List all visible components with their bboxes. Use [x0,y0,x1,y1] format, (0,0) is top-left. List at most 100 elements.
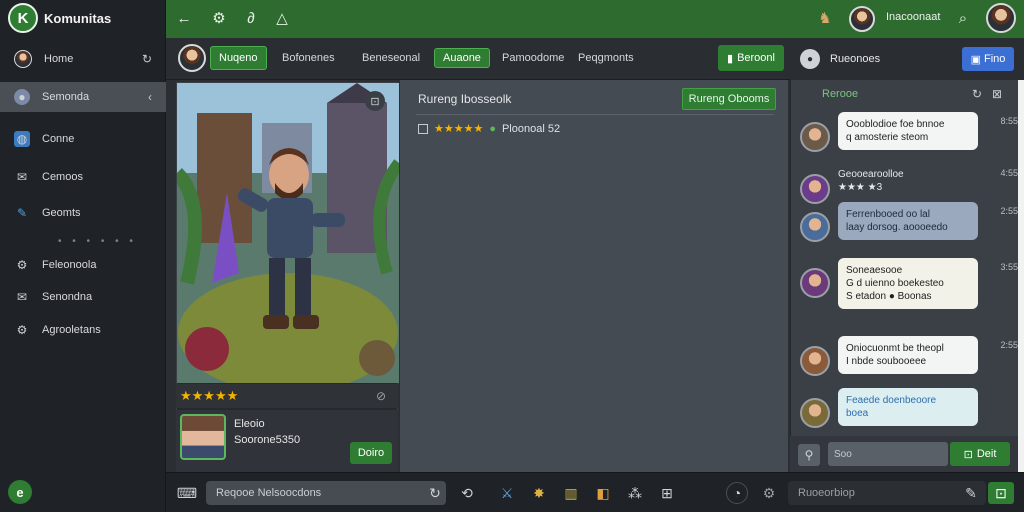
edit-icon[interactable]: ✎ [960,482,982,504]
clock-icon[interactable]: ◔ [726,482,748,504]
sidebar-item-label: Conne [42,133,75,145]
secondary-search-input[interactable]: Ruoeorbiop [788,481,986,505]
chat-input[interactable]: Soo [828,442,948,466]
message-time: 4:55 [1000,168,1018,178]
sword-icon[interactable]: ⚔ [496,482,518,504]
panel-title: Rureng Ibosseolk [418,92,512,106]
tab-pamoodome[interactable]: Pamoodome [494,48,572,68]
settings-icon[interactable]: ⊠ [992,87,1002,101]
chat-message[interactable]: Oniocuonmt be theopl I nbde soubooeee 2:5… [796,336,1018,380]
user-name[interactable]: Inacoonaat [886,11,940,23]
tab-beneseonal[interactable]: Beneseonal [354,48,428,68]
sidebar-item-agrooletans[interactable]: ⚙ Agrooletans [0,315,166,345]
sidebar-item-label: Home [44,53,74,65]
sidebar-item-conne[interactable]: ◍ Conne [0,124,166,154]
attach-icon[interactable]: ⚲ [798,444,820,466]
leaf-icon: ● [489,122,496,135]
sidebar-item-label: Feleonoola [42,259,97,271]
message-text: Oniocuonmt be theopl I nbde soubooeee [838,336,978,374]
sidebar-item-label: Senondna [42,291,93,303]
info-icon[interactable]: ⊘ [376,389,386,403]
chat-action-button[interactable]: ▣ Fino [962,47,1014,71]
refresh-icon[interactable]: ↻ [424,482,446,504]
message-avatar[interactable] [800,122,830,152]
bell-icon[interactable]: △ [272,8,292,28]
nav-divider: • • • • • • [58,236,137,247]
chat-toggle-icon[interactable]: ⊡ [988,482,1014,504]
user-avatar[interactable] [849,6,875,32]
panel-action-button[interactable]: Rureng Obooms [682,88,776,110]
message-time: 2:55 [1000,340,1018,350]
rating-stars: ★★★★★ [434,123,484,135]
profile-avatar[interactable] [986,3,1016,33]
board-icon[interactable]: ⊞ [656,482,678,504]
chat-message[interactable]: Ferrenbooed oo lal laay dorsog. aoooeedo… [796,202,1018,248]
hero-illustration [177,83,399,383]
record-label: Beroonl [737,52,775,64]
sidebar-item-label: Semonda [42,91,90,103]
gear-icon: ⚙ [16,323,28,337]
character-action-button[interactable]: Doiro [350,442,392,464]
checkbox[interactable] [418,123,428,134]
character-portrait[interactable] [180,414,226,460]
message-avatar[interactable] [800,346,830,376]
chat-message[interactable]: Geooearoolloe ★★★ ★3 4:55 [796,164,1018,204]
star-badge-icon[interactable]: ✸ [528,482,550,504]
chat-message[interactable]: Feaede doenbeoore boea [796,388,996,428]
send-label: Deit [976,448,997,460]
search-icon[interactable]: ⌕ [953,8,973,28]
tab-avatar[interactable] [178,44,206,72]
sidebar-item-home[interactable]: Home ↻ [0,44,166,74]
bottom-search-input[interactable]: Reqooe Nelsoocdons [206,481,446,505]
character-icon[interactable]: ♞ [815,8,835,28]
chest-icon[interactable]: ◧ [592,482,614,504]
chat-message[interactable]: Oooblodioe foe bnnoe q amosterie steom 8:… [796,112,1018,162]
keyboard-icon[interactable]: ⌨ [176,482,198,504]
message-time: 2:55 [1000,206,1018,216]
list-item-text: Ploonoal 52 [501,122,561,135]
rating-stars: ★★★★★ [180,388,239,403]
record-button[interactable]: ▮ Beroonl [718,45,784,71]
sidebar-item-cemoos[interactable]: ✉ Cemoos [0,162,166,192]
sidebar-item-geomts[interactable]: ✎ Geomts [0,198,166,228]
refresh-icon[interactable]: ↻ [142,52,152,66]
link-icon[interactable]: ∂ [241,8,261,28]
sidebar-item-senondna[interactable]: ✉ Senondna [0,282,166,312]
search-placeholder: Reqooe Nelsoocdons [216,487,322,499]
app-logo: K [8,3,38,33]
mail-icon: ✉ [16,290,28,304]
tab-auaone[interactable]: Auaone [434,48,490,68]
chevron-left-icon[interactable]: ‹ [148,90,152,104]
sidebar-item-feleonoola[interactable]: ⚙ Feleonoola [0,250,166,280]
books-icon[interactable]: ▥ [560,482,582,504]
history-icon[interactable]: ⟲ [456,482,478,504]
group-icon[interactable]: ⁂ [624,482,646,504]
send-icon: ⊡ [963,448,973,461]
chat-message[interactable]: Soneaesooe G d uienno boekesteo S etadon… [796,258,1018,312]
gear-icon[interactable]: ⚙ [758,482,780,504]
message-avatar[interactable] [800,174,830,204]
list-item[interactable]: ★★★★★ ● Ploonoal 52 [418,122,560,135]
rating-row: ★★★★★ ⊘ [176,384,398,408]
sidebar-item-semonda[interactable]: ● Semonda ‹ [0,82,166,112]
scrollbar[interactable] [1018,80,1024,472]
settings-icon[interactable]: ⚙ [209,8,229,28]
message-avatar[interactable] [800,268,830,298]
back-arrow-icon[interactable]: ← [174,8,194,28]
mail-icon: ✉ [16,170,28,184]
expand-icon[interactable]: ⊡ [365,91,385,111]
tab-bofonenes[interactable]: Bofonenes [274,48,343,68]
message-avatar[interactable] [800,398,830,428]
character-summary: Eleoio Soorone5350 Doiro [176,410,398,472]
tab-nuqeno[interactable]: Nuqeno [210,46,267,70]
message-text: Oooblodioe foe bnnoe q amosterie steom [838,112,978,150]
chat-subtitle: Rerooe [822,88,859,100]
message-text: Feaede doenbeoore boea [838,388,978,426]
refresh-icon[interactable]: ↻ [972,87,982,101]
avatar-icon [14,50,32,68]
message-avatar[interactable] [800,212,830,242]
tab-peqgmonts[interactable]: Peqgmonts [570,48,642,68]
send-button[interactable]: ⊡ Deit [950,442,1010,466]
help-button[interactable]: e [8,480,32,504]
brand[interactable]: K Komunitas [0,0,166,36]
